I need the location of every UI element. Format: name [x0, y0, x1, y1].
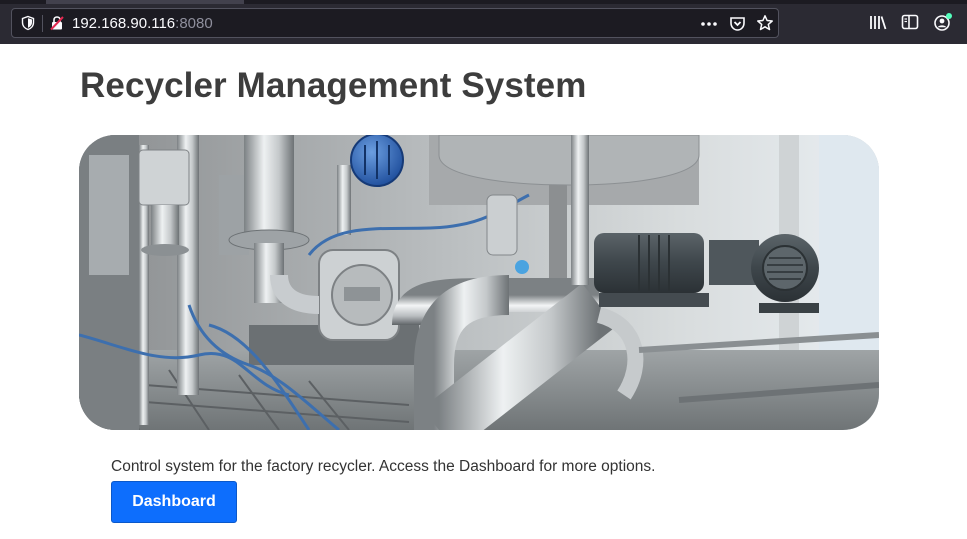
insecure-lock-icon[interactable]	[49, 15, 65, 31]
url-host: 192.168.90.116	[72, 15, 176, 32]
dashboard-button[interactable]: Dashboard	[111, 481, 237, 523]
address-bar[interactable]: 192.168.90.116:8080	[11, 8, 779, 38]
urlbar-separator	[42, 15, 43, 32]
account-badge	[946, 13, 952, 19]
url-port: :8080	[175, 15, 213, 32]
library-icon[interactable]	[869, 14, 887, 31]
page-title: Recycler Management System	[80, 66, 587, 105]
bookmark-star-icon[interactable]	[756, 14, 774, 32]
pocket-icon[interactable]	[729, 15, 746, 32]
active-tab[interactable]	[46, 0, 244, 4]
browser-toolbar: 192.168.90.116:8080	[0, 0, 967, 44]
shield-icon[interactable]	[20, 15, 36, 31]
account-icon[interactable]	[933, 12, 953, 32]
more-icon[interactable]	[700, 17, 718, 31]
page-description: Control system for the factory recycler.…	[111, 458, 656, 475]
machinery-illustration	[79, 135, 879, 430]
tab-strip	[0, 0, 967, 4]
hero-image	[79, 135, 879, 430]
url-text[interactable]: 192.168.90.116:8080	[72, 15, 213, 32]
sidebar-icon[interactable]	[901, 14, 919, 31]
